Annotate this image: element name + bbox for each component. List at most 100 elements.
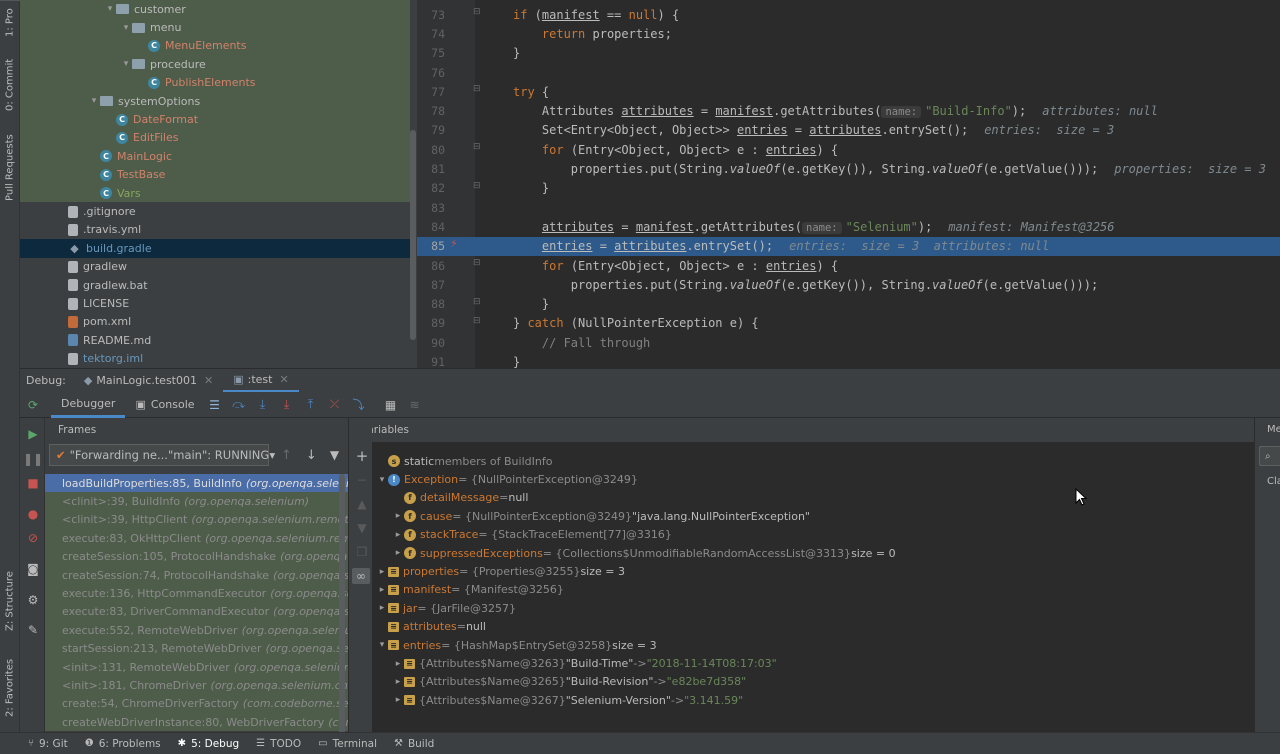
evaluate-icon[interactable]: ▦ <box>381 395 401 415</box>
move-up-icon[interactable]: ▲ <box>354 496 370 512</box>
add-watch-icon[interactable]: + <box>354 447 370 465</box>
tab-console[interactable]: ▣ Console <box>125 392 204 418</box>
variable-row[interactable]: f detailMessage = null <box>392 489 528 507</box>
pin-icon[interactable]: ✎ <box>25 622 41 638</box>
drop-frame-icon[interactable]: ⤫ <box>325 395 345 415</box>
frame-item[interactable]: <init>:131, RemoteWebDriver (org.openqa.s… <box>45 657 348 677</box>
tree-item[interactable]: README.md <box>20 331 410 349</box>
filter-icon[interactable]: ▼ <box>330 448 339 462</box>
frame-item[interactable]: execute:136, HttpCommandExecutor (org.ope… <box>45 584 348 603</box>
chevron-icon[interactable]: ▸ <box>376 585 388 595</box>
camera-icon[interactable]: ◙ <box>25 561 41 577</box>
variable-row[interactable]: ≡ attributes = null <box>376 618 486 636</box>
variable-row[interactable]: ▾ ≡ entries = {HashMap$EntrySet@3258} size… <box>376 636 657 654</box>
fold-marker-icon[interactable]: ⊟ <box>473 7 481 17</box>
tree-item[interactable]: ▾ customer <box>20 0 410 19</box>
tree-item[interactable]: gradlew <box>20 258 410 276</box>
remove-watch-icon[interactable]: − <box>354 472 370 488</box>
status-tab-9-git[interactable]: ⑂ 9: Git <box>28 738 68 750</box>
tree-item[interactable]: .gitignore <box>20 202 410 220</box>
frame-item[interactable]: execute:552, RemoteWebDriver (org.openqa.… <box>45 621 348 640</box>
chevron-icon[interactable]: ▸ <box>392 530 404 540</box>
chevron-icon[interactable]: ▸ <box>392 695 404 705</box>
variable-row[interactable]: ▾! Exception = {NullPointerException@3249… <box>376 470 638 488</box>
memory-search-box[interactable]: ⌕ <box>1259 446 1280 466</box>
frame-item[interactable]: <clinit>:39, HttpClient (org.openqa.selen… <box>45 510 348 530</box>
fold-marker-icon[interactable]: ⊟ <box>473 258 481 268</box>
status-tab-6-problems[interactable]: ❶ 6: Problems <box>85 738 161 750</box>
variable-row[interactable]: ▸ ≡ {Attributes$Name@3267} "Selenium-Versi… <box>392 691 744 709</box>
tree-item[interactable]: C Vars <box>20 184 410 203</box>
chevron-icon[interactable]: ▾ <box>376 640 388 650</box>
chevron-icon[interactable]: ▸ <box>392 677 404 687</box>
trace-icon[interactable]: ≋ <box>405 395 425 415</box>
up-arrow-icon[interactable]: ↑ <box>281 448 292 463</box>
chevron-down-icon[interactable]: ▾ <box>104 4 116 14</box>
status-tab-build[interactable]: ⚒ Build <box>394 738 434 750</box>
close-icon[interactable]: ✕ <box>279 373 288 386</box>
tree-item[interactable]: tektorg.iml <box>20 350 410 368</box>
frame-item[interactable]: createWebDriverInstance:80, WebDriverFac… <box>45 713 348 732</box>
frame-item[interactable]: startSession:213, RemoteWebDriver (org.op… <box>45 639 348 658</box>
chevron-down-icon[interactable]: ▾ <box>120 23 132 33</box>
step-over-icon[interactable]: ⤼ <box>229 395 249 415</box>
resume-icon[interactable]: ▶ <box>25 426 41 442</box>
variable-row[interactable]: ▸ f cause = {NullPointerException@3249} "j… <box>392 507 810 525</box>
fold-marker-icon[interactable]: ⊟ <box>473 142 481 152</box>
code-editor[interactable]: 73 if (manifest == null) {74 return prope… <box>417 0 1280 368</box>
tree-item[interactable]: ▾ menu <box>20 18 410 37</box>
frame-item[interactable]: loadBuildProperties:85, BuildInfo (org.op… <box>45 474 348 493</box>
frame-item[interactable]: create:54, ChromeDriverFactory (com.codeb… <box>45 694 348 714</box>
stop-icon[interactable]: ■ <box>25 475 41 491</box>
move-down-icon[interactable]: ▼ <box>354 520 370 536</box>
thread-selector[interactable]: ✔ "Forwarding ne..."main": RUNNING ▾ <box>49 444 275 466</box>
copy-icon[interactable]: ❐ <box>354 544 370 560</box>
project-scrollbar[interactable] <box>410 130 416 340</box>
mute-breakpoints-icon[interactable]: ⊘ <box>25 530 41 546</box>
view-breakpoints-icon[interactable]: ● <box>25 506 41 522</box>
chevron-down-icon[interactable]: ▾ <box>120 59 132 69</box>
status-tab-5-debug[interactable]: ✱ 5: Debug <box>178 738 239 750</box>
tree-item[interactable]: C MenuElements <box>20 36 410 56</box>
tab-debugger[interactable]: Debugger <box>51 392 126 418</box>
down-arrow-icon[interactable]: ↓ <box>306 448 317 463</box>
tree-item[interactable]: LICENSE <box>20 294 410 312</box>
fold-marker-icon[interactable]: ⊟ <box>473 316 481 326</box>
layout-icon[interactable]: ☰ <box>205 395 225 415</box>
tree-item[interactable]: gradlew.bat <box>20 276 410 294</box>
tree-item[interactable]: C MainLogic <box>20 147 410 166</box>
status-tab-terminal[interactable]: ▭ Terminal <box>318 738 377 750</box>
variable-row[interactable]: ▸ ≡ jar = {JarFile@3257} <box>376 599 516 617</box>
run-to-cursor-icon[interactable]: ⤵ <box>349 395 369 415</box>
step-out-icon[interactable]: ⤒ <box>301 395 321 415</box>
variable-row[interactable]: ▸ ≡ properties = {Properties@3255} size = … <box>376 562 625 580</box>
tree-item[interactable]: C EditFiles <box>20 128 410 148</box>
tree-item[interactable]: ▾ procedure <box>20 55 410 74</box>
step-into-icon[interactable]: ⤓ <box>253 395 273 415</box>
frame-item[interactable]: <init>:181, ChromeDriver (org.openqa.sele… <box>45 676 348 695</box>
status-tab-todo[interactable]: ☰ TODO <box>256 738 301 750</box>
variable-row[interactable]: ▸ ≡ {Attributes$Name@3265} "Build-Revision… <box>392 673 747 691</box>
frames-scrollbar[interactable] <box>339 474 345 732</box>
memory-tab[interactable]: Me <box>1267 424 1280 435</box>
pause-icon[interactable]: ❚❚ <box>23 451 43 467</box>
chevron-icon[interactable]: ▸ <box>392 548 404 558</box>
frame-item[interactable]: createSession:105, ProtocolHandshake (org… <box>45 547 348 566</box>
tree-item[interactable]: ◆ build.gradle <box>20 239 410 258</box>
chevron-down-icon[interactable]: ▾ <box>88 96 100 106</box>
tree-item[interactable]: C TestBase <box>20 165 410 184</box>
tree-item[interactable]: C PublishElements <box>20 73 410 92</box>
chevron-icon[interactable]: ▸ <box>392 659 404 669</box>
tab-pull-requests[interactable]: Pull Requests <box>0 128 20 208</box>
variable-row[interactable]: ▸ f suppressedExceptions = {Collections$Un… <box>392 544 896 562</box>
tree-item[interactable]: .travis.yml <box>20 221 410 239</box>
fold-marker-icon[interactable]: ⊟ <box>473 84 481 94</box>
close-icon[interactable]: ✕ <box>204 374 213 387</box>
tab-commit[interactable]: 0: Commit <box>0 52 20 118</box>
variable-row[interactable]: s static members of BuildInfo <box>376 452 552 470</box>
tab-mainlogic-test001[interactable]: ◆ MainLogic.test001 ✕ <box>74 369 223 393</box>
tree-item[interactable]: ▾ systemOptions <box>20 92 410 111</box>
chevron-icon[interactable]: ▸ <box>376 603 388 613</box>
fold-marker-icon[interactable]: ⊟ <box>473 297 481 307</box>
tab-structure[interactable]: Z: Structure <box>0 565 20 637</box>
